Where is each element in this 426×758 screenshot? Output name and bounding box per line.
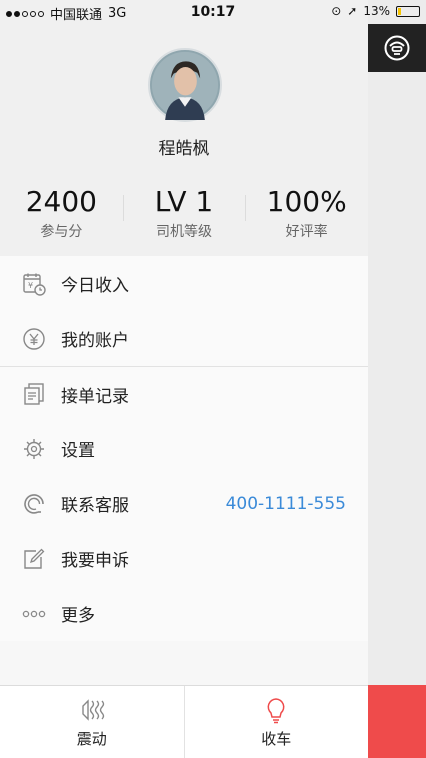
menu-item-order-history[interactable]: 接单记录 bbox=[0, 366, 368, 421]
more-dots-icon bbox=[22, 602, 46, 626]
avatar[interactable] bbox=[148, 48, 222, 122]
menu-label: 设置 bbox=[61, 441, 95, 461]
finish-shift-button[interactable]: 收车 bbox=[183, 686, 369, 758]
start-order-button[interactable] bbox=[368, 685, 426, 758]
menu-item-today-income[interactable]: ¥ 今日收入 bbox=[0, 256, 368, 311]
lightbulb-icon bbox=[267, 697, 285, 723]
driver-name: 程皓枫 bbox=[158, 139, 210, 159]
yen-circle-icon bbox=[22, 327, 46, 351]
drawer-menu: ¥ 今日收入 我的账户 接单记录 设置 联系客服 400-1111-555 我要… bbox=[0, 256, 368, 641]
map-background bbox=[368, 0, 426, 758]
avatar-portrait bbox=[151, 51, 219, 120]
stat-label: 司机等级 bbox=[156, 224, 212, 240]
battery-icon bbox=[396, 5, 420, 17]
stat-level: LV 1 司机等级 bbox=[122, 185, 246, 241]
menu-item-customer-service[interactable]: 联系客服 400-1111-555 bbox=[0, 476, 368, 531]
service-phone-link[interactable]: 400-1111-555 bbox=[226, 494, 346, 514]
stat-rating: 100% 好评率 bbox=[245, 185, 368, 241]
menu-label: 接单记录 bbox=[61, 386, 129, 407]
vibrate-button[interactable]: 震动 bbox=[0, 686, 184, 758]
menu-label: 联系客服 bbox=[61, 496, 129, 516]
profile-header: 程皓枫 2400 参与分 LV 1 司机等级 100% 好评率 bbox=[0, 0, 368, 256]
driver-toggle-button[interactable] bbox=[368, 24, 426, 72]
menu-item-more[interactable]: 更多 bbox=[0, 586, 368, 641]
finish-shift-label: 收车 bbox=[261, 729, 292, 748]
menu-item-settings[interactable]: 设置 bbox=[0, 421, 368, 476]
menu-item-complaint[interactable]: 我要申诉 bbox=[0, 531, 368, 586]
svg-text:¥: ¥ bbox=[28, 281, 33, 290]
stat-label: 好评率 bbox=[285, 224, 328, 240]
headset-icon bbox=[22, 492, 46, 516]
stat-value: 100% bbox=[266, 185, 347, 218]
menu-label: 更多 bbox=[61, 606, 95, 626]
side-drawer: 程皓枫 2400 参与分 LV 1 司机等级 100% 好评率 ¥ 今日收入 我… bbox=[0, 0, 368, 758]
menu-label: 我的账户 bbox=[61, 331, 129, 351]
rotation-lock-icon: ⊙ bbox=[331, 4, 342, 18]
menu-label: 今日收入 bbox=[61, 276, 129, 296]
location-arrow-icon: ➚ bbox=[347, 4, 358, 18]
driver-face-icon bbox=[384, 35, 410, 61]
stat-label: 参与分 bbox=[40, 224, 83, 240]
stat-score: 2400 参与分 bbox=[0, 185, 123, 241]
menu-item-my-account[interactable]: 我的账户 bbox=[0, 311, 368, 366]
vibrate-icon bbox=[82, 698, 104, 721]
stats-row: 2400 参与分 LV 1 司机等级 100% 好评率 bbox=[0, 185, 368, 241]
menu-label: 我要申诉 bbox=[61, 551, 129, 571]
stat-value: LV 1 bbox=[154, 185, 214, 218]
calendar-income-icon: ¥ bbox=[22, 272, 46, 296]
gear-icon bbox=[22, 437, 46, 461]
bottom-bar: 震动 收车 bbox=[0, 685, 368, 758]
stat-value: 2400 bbox=[25, 185, 97, 218]
edit-icon bbox=[22, 547, 46, 571]
documents-icon bbox=[22, 382, 46, 406]
status-right: ⊙ ➚ 13% bbox=[331, 4, 420, 18]
battery-percent: 13% bbox=[363, 4, 390, 18]
vibrate-label: 震动 bbox=[76, 729, 107, 748]
status-bar: 中国联通 3G 10:17 ⊙ ➚ 13% bbox=[0, 0, 426, 24]
